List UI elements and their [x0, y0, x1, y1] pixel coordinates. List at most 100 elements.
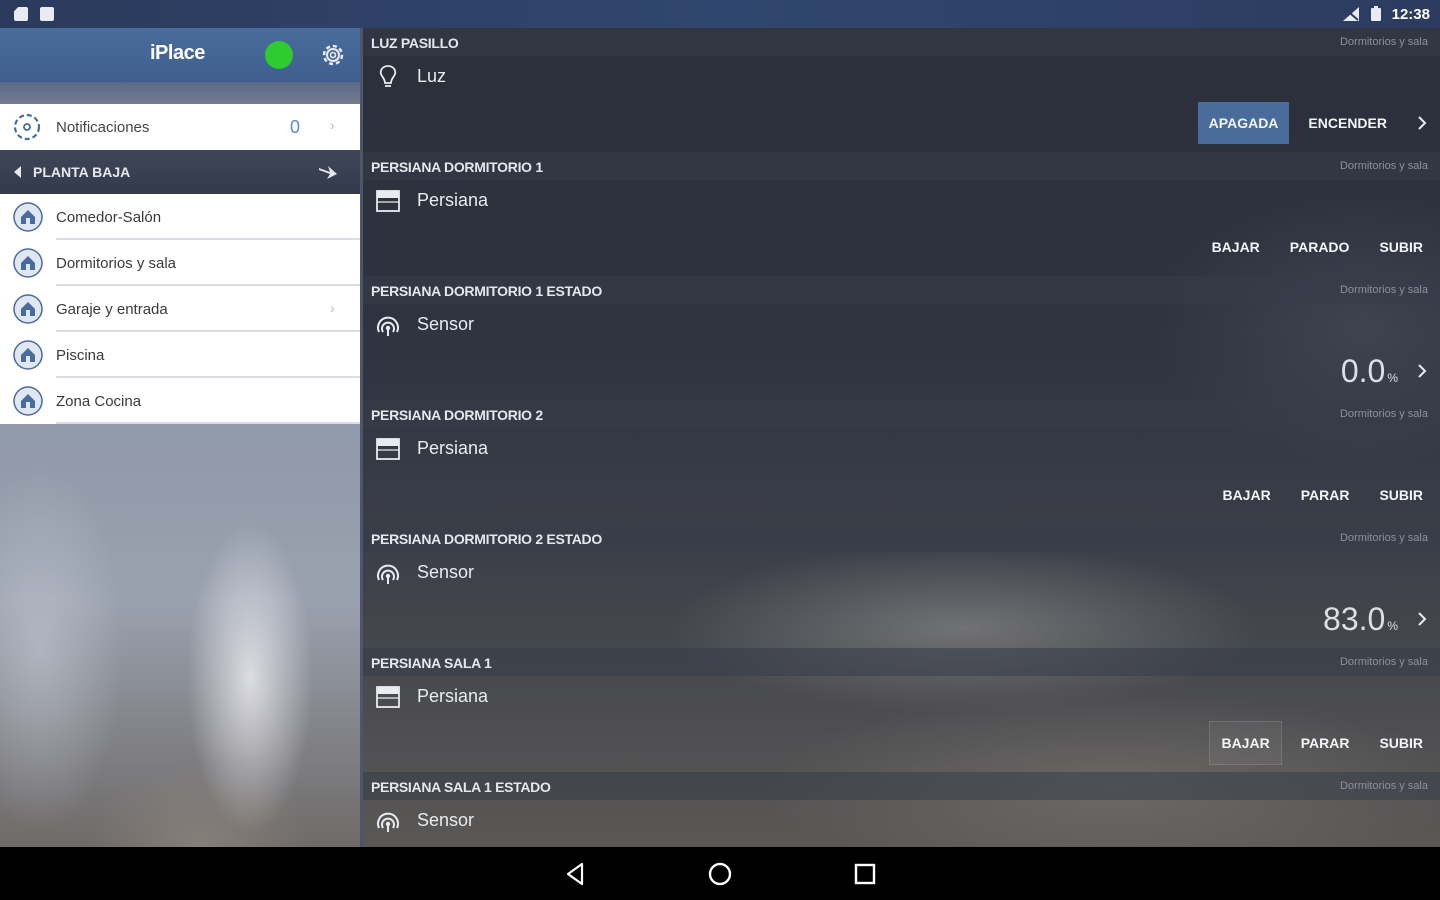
home-icon[interactable]	[706, 860, 734, 888]
device-header: PERSIANA DORMITORIO 2 Dormitorios y sala	[363, 400, 1440, 428]
sensor-value-number: 83.0	[1323, 600, 1386, 637]
sensor-icon	[377, 564, 399, 584]
device-type: Sensor	[417, 810, 475, 830]
sidebar-item-dormitorios-y-sala[interactable]: Dormitorios y sala	[0, 240, 360, 286]
blind-icon	[376, 686, 400, 708]
device-room: Dormitorios y sala	[1339, 656, 1428, 668]
encender-button[interactable]: ENCENDER	[1297, 102, 1398, 144]
device-actions: BAJAR PARAR SUBIR	[1203, 474, 1434, 516]
subir-button[interactable]: SUBIR	[1368, 226, 1434, 268]
sidebar-item-piscina[interactable]: Piscina	[0, 332, 360, 378]
bajar-button[interactable]: BAJAR	[1201, 226, 1271, 268]
device-room: Dormitorios y sala	[1339, 532, 1428, 544]
enter-arrow-icon[interactable]	[316, 160, 340, 184]
notifications-item[interactable]: Notificaciones 0 ›	[0, 104, 360, 150]
device-name: PERSIANA SALA 1	[371, 655, 492, 671]
sidebar-item-zona-cocina[interactable]: Zona Cocina	[0, 378, 360, 424]
device-room: Dormitorios y sala	[1339, 160, 1428, 172]
floor-selector[interactable]: PLANTA BAJA	[0, 150, 360, 194]
chevron-right-icon[interactable]	[1410, 607, 1434, 631]
parado-button[interactable]: PARADO	[1279, 226, 1361, 268]
house-icon	[13, 248, 43, 278]
device-card-persiana-dormitorio-2-estado: PERSIANA DORMITORIO 2 ESTADO Dormitorios…	[363, 524, 1440, 648]
device-card-persiana-dormitorio-1: PERSIANA DORMITORIO 1 Dormitorios y sala…	[363, 152, 1440, 276]
no-signal-icon	[1342, 7, 1359, 21]
device-type: Luz	[417, 66, 447, 86]
house-icon	[13, 294, 43, 324]
device-header: PERSIANA DORMITORIO 2 ESTADO Dormitorios…	[363, 524, 1440, 552]
back-arrow-icon[interactable]	[14, 166, 21, 178]
room-label: Dormitorios y sala	[56, 254, 177, 272]
device-name: PERSIANA SALA 1 ESTADO	[371, 779, 551, 795]
device-type: Sensor	[417, 314, 475, 334]
device-actions: BAJAR PARAR SUBIR	[1201, 721, 1434, 765]
device-room: Dormitorios y sala	[1339, 408, 1428, 420]
connection-status-icon[interactable]	[265, 41, 293, 69]
back-icon[interactable]	[562, 860, 590, 888]
sidebar-item-comedor-salon[interactable]: Comedor-Salón	[0, 194, 360, 240]
device-type: Persiana	[417, 190, 489, 210]
sensor-icon	[377, 812, 399, 832]
device-name: PERSIANA DORMITORIO 1	[371, 159, 543, 175]
sidebar: iPlace Notificaciones 0 › PLANTA BAJA Co…	[0, 28, 360, 847]
room-list: Comedor-Salón Dormitorios y sala Garaje …	[0, 194, 360, 424]
house-icon	[13, 386, 43, 416]
sensor-value: 0.0%	[1341, 353, 1398, 390]
blind-icon	[376, 190, 400, 212]
parar-button[interactable]: PARAR	[1290, 474, 1361, 516]
device-header: PERSIANA SALA 1 Dormitorios y sala	[363, 648, 1440, 676]
chevron-right-icon[interactable]	[1410, 111, 1434, 135]
house-icon	[13, 340, 43, 370]
navigation-bar	[0, 847, 1440, 900]
room-label: Piscina	[56, 346, 105, 364]
device-card-persiana-sala-1-estado: PERSIANA SALA 1 ESTADO Dormitorios y sal…	[363, 772, 1440, 847]
device-list[interactable]: LUZ PASILLO Dormitorios y sala Luz APAGA…	[363, 28, 1440, 847]
sensor-value: 83.0%	[1323, 601, 1398, 638]
device-name: PERSIANA DORMITORIO 2	[371, 407, 543, 423]
device-actions: 0.0%	[1341, 350, 1434, 392]
chevron-right-icon: ›	[330, 117, 335, 133]
room-label: Garaje y entrada	[56, 300, 168, 318]
subir-button[interactable]: SUBIR	[1368, 722, 1434, 764]
device-type: Persiana	[417, 686, 489, 706]
device-name: PERSIANA DORMITORIO 2 ESTADO	[371, 531, 602, 547]
device-header: PERSIANA DORMITORIO 1 ESTADO Dormitorios…	[363, 276, 1440, 304]
device-room: Dormitorios y sala	[1339, 36, 1428, 48]
clock: 12:38	[1391, 5, 1430, 23]
subir-button[interactable]: SUBIR	[1368, 474, 1434, 516]
sidebar-header: iPlace	[0, 28, 360, 82]
sensor-value-number: 0.0	[1340, 352, 1386, 389]
device-room: Dormitorios y sala	[1339, 780, 1428, 792]
device-actions: APAGADA ENCENDER	[1197, 102, 1434, 144]
device-card-persiana-dormitorio-2: PERSIANA DORMITORIO 2 Dormitorios y sala…	[363, 400, 1440, 524]
square-notification-icon	[40, 7, 54, 21]
parar-button[interactable]: PARAR	[1290, 722, 1361, 764]
chevron-right-icon[interactable]	[1410, 359, 1434, 383]
device-header: PERSIANA SALA 1 ESTADO Dormitorios y sal…	[363, 772, 1440, 800]
device-card-luz-pasillo: LUZ PASILLO Dormitorios y sala Luz APAGA…	[363, 28, 1440, 152]
sensor-unit: %	[1387, 618, 1398, 633]
device-card-persiana-sala-1: PERSIANA SALA 1 Dormitorios y sala Persi…	[363, 648, 1440, 772]
battery-icon	[1370, 6, 1381, 21]
device-name: PERSIANA DORMITORIO 1 ESTADO	[371, 283, 602, 299]
bajar-button[interactable]: BAJAR	[1211, 474, 1281, 516]
app-title: iPlace	[150, 42, 205, 64]
sd-card-icon	[14, 7, 28, 21]
device-name: LUZ PASILLO	[371, 35, 459, 51]
notifications-count: 0	[290, 117, 301, 137]
device-header: PERSIANA DORMITORIO 1 Dormitorios y sala	[363, 152, 1440, 180]
device-header: LUZ PASILLO Dormitorios y sala	[363, 28, 1440, 56]
gear-icon[interactable]	[318, 40, 348, 70]
recents-icon[interactable]	[851, 860, 879, 888]
sidebar-item-garaje-y-entrada[interactable]: Garaje y entrada ›	[0, 286, 360, 332]
device-actions: 83.0%	[1323, 598, 1434, 640]
sensor-icon	[377, 316, 399, 336]
room-label: Zona Cocina	[56, 392, 142, 410]
status-bar: 12:38	[0, 0, 1440, 28]
device-type: Persiana	[417, 438, 489, 458]
chevron-right-icon: ›	[330, 300, 335, 316]
notifications-icon	[13, 113, 41, 141]
sensor-unit: %	[1387, 370, 1398, 385]
bajar-button[interactable]: BAJAR	[1209, 721, 1282, 765]
apagada-button[interactable]: APAGADA	[1197, 102, 1290, 144]
